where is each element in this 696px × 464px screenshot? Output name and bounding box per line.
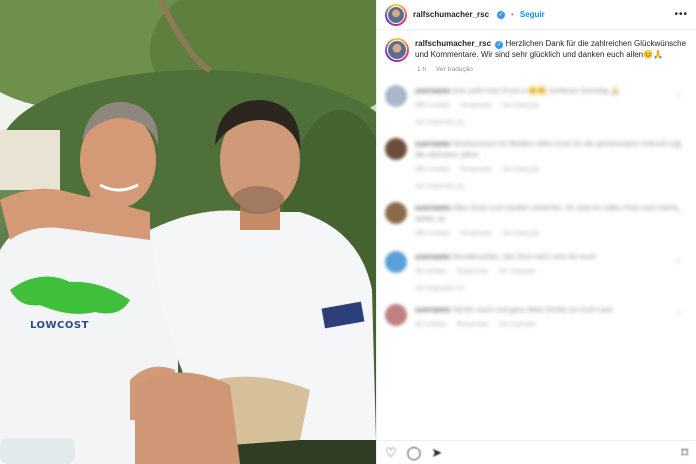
- reply-button[interactable]: Responder: [460, 164, 492, 175]
- caption-text-block: ralfschumacher_rsc ✓ Herzlichen Dank für…: [415, 38, 688, 62]
- comment-likes: 999 curtidas: [415, 102, 451, 109]
- reply-button[interactable]: Responder: [457, 266, 489, 277]
- comment-likes: 999 curtidas: [415, 230, 451, 237]
- comment-text: Wunderschön, das freut mich sehr für euc…: [452, 252, 596, 261]
- view-replies-link[interactable]: Ver respostas (1): [415, 183, 688, 190]
- comment-text: Das sieht man Euch a 😊😊 Schönen Sonntag …: [452, 86, 620, 95]
- comment-icon[interactable]: ◯: [407, 445, 422, 461]
- comment-text: Alles Gute euch beiden weiterhin, ihr se…: [415, 203, 677, 223]
- comment-avatar[interactable]: [385, 251, 407, 273]
- post-header: ralfschumacher_rsc ✓ • Seguir •••: [377, 0, 696, 30]
- photo-illustration: [0, 0, 376, 464]
- comment-avatar[interactable]: [385, 138, 407, 160]
- heart-icon[interactable]: ♡: [675, 310, 682, 319]
- verified-badge-icon: ✓: [495, 41, 504, 49]
- heart-icon[interactable]: ♡: [675, 144, 682, 153]
- view-replies-link[interactable]: Ver respostas (1): [415, 285, 688, 292]
- shirt-logo-text: LOWCOST: [30, 320, 89, 331]
- follow-button[interactable]: Seguir: [520, 10, 545, 19]
- comment-avatar[interactable]: [385, 304, 407, 326]
- separator-dot: •: [511, 10, 514, 19]
- heart-icon[interactable]: ♡: [675, 91, 682, 100]
- heart-icon[interactable]: ♡: [675, 208, 682, 217]
- comment-item: username Wunderschön, das freut mich seh…: [385, 251, 688, 277]
- caption-username[interactable]: ralfschumacher_rsc: [415, 39, 491, 48]
- avatar[interactable]: [385, 3, 407, 26]
- verified-badge-icon: ✓: [497, 10, 506, 19]
- comment-username[interactable]: username: [415, 203, 450, 212]
- comments-list: username Das sieht man Euch a 😊😊 Schönen…: [377, 85, 696, 330]
- reply-button[interactable]: Responder: [460, 100, 492, 111]
- heart-icon[interactable]: ♡: [385, 445, 397, 461]
- comment-item: username Alles Gute euch beiden weiterhi…: [385, 202, 688, 239]
- comment-likes: 99 curtidas: [415, 321, 447, 328]
- view-replies-link[interactable]: Ver respostas (1): [415, 119, 688, 126]
- comment-username[interactable]: username: [415, 139, 450, 148]
- post-photo[interactable]: LOWCOST: [0, 0, 376, 464]
- comment-avatar[interactable]: [385, 202, 407, 224]
- comment-translate-link[interactable]: Ver tradução: [502, 164, 539, 175]
- comment-item: username Glückwunsch ihr Beiden! Alles G…: [385, 138, 688, 175]
- share-icon[interactable]: ➤: [431, 445, 442, 461]
- more-options-icon[interactable]: •••: [674, 9, 688, 20]
- comment-translate-link[interactable]: Ver tradução: [502, 100, 539, 111]
- heart-icon[interactable]: ♡: [675, 257, 682, 266]
- comment-translate-link[interactable]: Ver tradução: [499, 266, 536, 277]
- header-username[interactable]: ralfschumacher_rsc: [413, 10, 489, 19]
- comment-translate-link[interactable]: Ver tradução: [502, 228, 539, 239]
- bookmark-icon[interactable]: ⌑: [681, 445, 688, 461]
- comment-username[interactable]: username: [415, 252, 450, 261]
- comment-username[interactable]: username: [415, 86, 450, 95]
- comment-item: username Toll für euch und ganz liebe Gr…: [385, 304, 688, 330]
- comment-item: username Das sieht man Euch a 😊😊 Schönen…: [385, 85, 688, 111]
- comment-text: Glückwunsch ihr Beiden! Alles Gute für d…: [415, 139, 681, 159]
- reply-button[interactable]: Responder: [457, 319, 489, 330]
- comment-likes: 99 curtidas: [415, 268, 447, 275]
- comment-likes: 999 curtidas: [415, 166, 451, 173]
- caption-meta: 1 h Ver tradução: [377, 62, 696, 73]
- comment-username[interactable]: username: [415, 305, 450, 314]
- post-actions-bar: ♡ ◯ ➤ ⌑: [377, 440, 696, 464]
- comment-avatar[interactable]: [385, 85, 407, 107]
- post-sidebar: ralfschumacher_rsc ✓ • Seguir ••• ralfsc…: [376, 0, 696, 464]
- translate-link[interactable]: Ver tradução: [436, 66, 473, 73]
- comment-text: Toll für euch und ganz liebe Grüße an eu…: [452, 305, 613, 314]
- post-time: 1 h: [417, 66, 427, 73]
- reply-button[interactable]: Responder: [460, 228, 492, 239]
- post-caption: ralfschumacher_rsc ✓ Herzlichen Dank für…: [377, 30, 696, 62]
- caption-avatar[interactable]: [385, 38, 409, 62]
- comment-translate-link[interactable]: Ver tradução: [499, 319, 536, 330]
